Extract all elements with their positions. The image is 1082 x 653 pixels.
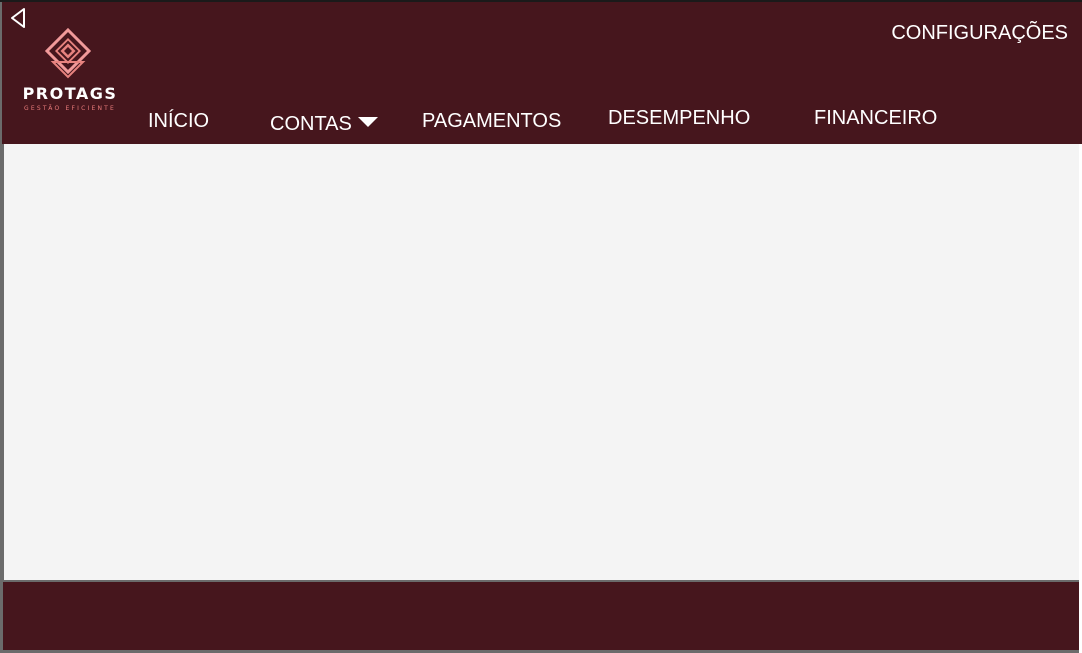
nav-pagamentos[interactable]: PAGAMENTOS xyxy=(422,110,561,133)
app-header: PROTAGS GESTÃO EFICIENTE CONFIGURAÇÕES I… xyxy=(2,2,1082,144)
nav-financeiro[interactable]: FINANCEIRO xyxy=(814,107,937,130)
settings-link[interactable]: CONFIGURAÇÕES xyxy=(891,22,1068,45)
nav-contas[interactable]: CONTAS xyxy=(270,113,378,136)
nav-inicio[interactable]: INÍCIO xyxy=(148,110,209,133)
nav-desempenho[interactable]: DESEMPENHO xyxy=(608,107,750,130)
nav-contas-label: CONTAS xyxy=(270,113,352,135)
protags-logo[interactable]: PROTAGS GESTÃO EFICIENTE xyxy=(12,28,124,118)
diamond-logo-icon xyxy=(45,28,91,79)
back-button[interactable] xyxy=(8,6,30,30)
logo-tagline: GESTÃO EFICIENTE xyxy=(24,105,116,112)
app-footer xyxy=(3,582,1079,650)
triangle-left-icon xyxy=(11,8,25,28)
main-content-area xyxy=(4,144,1080,580)
logo-name: PROTAGS xyxy=(22,84,118,103)
caret-down-icon xyxy=(357,117,378,127)
